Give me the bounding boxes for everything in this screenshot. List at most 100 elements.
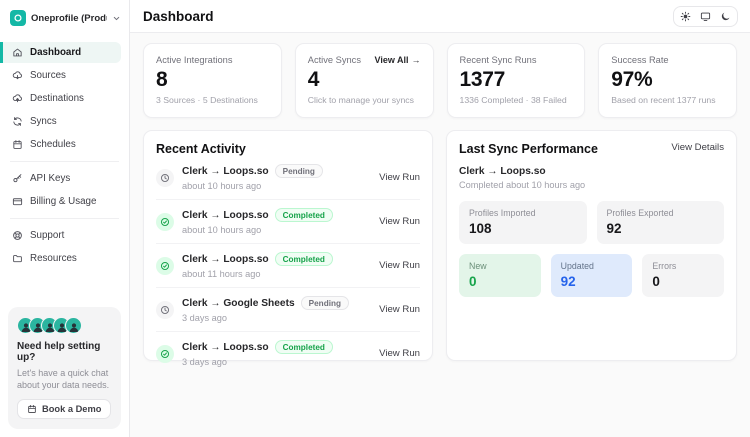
recent-activity-panel: Recent Activity Clerk → Loops.so Pending…: [143, 130, 433, 361]
metrics-row: Profiles Imported 108 Profiles Exported …: [459, 201, 724, 244]
counter-updated: Updated 92: [551, 254, 633, 297]
sync-pair-label: Clerk → Loops.so: [182, 210, 269, 221]
counter-label: New: [469, 261, 531, 271]
help-body: Let's have a quick chat about your data …: [17, 367, 112, 391]
system-theme-button[interactable]: [697, 9, 714, 24]
workspace-name: Oneprofile (Producti...: [31, 13, 107, 24]
view-run-link[interactable]: View Run: [379, 348, 420, 359]
calendar-icon: [12, 139, 23, 150]
moon-icon: [720, 11, 731, 22]
stat-card-active-syncs[interactable]: Active Syncs View All→ 4 Click to manage…: [295, 43, 434, 118]
life-buoy-icon: [12, 230, 23, 241]
sidebar-item-label: API Keys: [30, 173, 70, 184]
status-badge: Completed: [275, 340, 333, 354]
metric-label: Profiles Imported: [469, 208, 577, 218]
stat-card-active-integrations: Active Integrations 8 3 Sources · 5 Dest…: [143, 43, 282, 118]
workspace-switcher[interactable]: Oneprofile (Producti...: [0, 0, 129, 37]
activity-time: 3 days ago: [182, 313, 371, 323]
book-demo-label: Book a Demo: [42, 404, 101, 414]
counters-row: New 0 Updated 92 Errors 0: [459, 254, 724, 297]
stat-value: 97%: [611, 68, 724, 92]
view-run-link[interactable]: View Run: [379, 172, 420, 183]
sync-pair-label: Clerk → Loops.so: [182, 254, 269, 265]
sync-pair-label: Clerk → Loops.so: [182, 342, 269, 353]
stat-value: 4: [308, 68, 421, 92]
sun-icon: [680, 11, 691, 22]
topbar: Dashboard: [130, 0, 750, 33]
dark-theme-button[interactable]: [717, 9, 734, 24]
sidebar-item-resources[interactable]: Resources: [0, 248, 121, 269]
metric-profiles-imported: Profiles Imported 108: [459, 201, 587, 244]
stat-sub: 1336 Completed · 38 Failed: [460, 95, 573, 105]
sidebar-item-api-keys[interactable]: API Keys: [0, 168, 121, 189]
view-details-link[interactable]: View Details: [671, 142, 724, 153]
view-run-link[interactable]: View Run: [379, 260, 420, 271]
theme-toggle: [673, 6, 738, 27]
counter-value: 0: [652, 274, 714, 289]
stat-value: 1377: [460, 68, 573, 92]
view-run-link[interactable]: View Run: [379, 304, 420, 315]
clock-icon: [156, 301, 174, 319]
credit-card-icon: [12, 196, 23, 207]
last-sync-subtitle: Completed about 10 hours ago: [459, 180, 724, 190]
sidebar-item-billing[interactable]: Billing & Usage: [0, 191, 121, 212]
stat-label: Success Rate: [611, 55, 668, 65]
cloud-upload-icon: [12, 93, 23, 104]
activity-time: about 11 hours ago: [182, 269, 371, 279]
metric-value: 108: [469, 221, 577, 236]
status-badge: Pending: [301, 296, 349, 310]
main-area: Dashboard Active Integrations 8 3 Source…: [130, 0, 750, 437]
activity-time: about 10 hours ago: [182, 225, 371, 235]
activity-row: Clerk → Loops.so Completed 3 days ago Vi…: [156, 332, 420, 375]
stat-label: Active Syncs: [308, 55, 361, 65]
view-run-link[interactable]: View Run: [379, 216, 420, 227]
stats-row: Active Integrations 8 3 Sources · 5 Dest…: [143, 43, 737, 118]
sidebar-item-schedules[interactable]: Schedules: [0, 134, 121, 155]
nav-divider: [10, 161, 119, 162]
counter-value: 92: [561, 274, 623, 289]
check-circle-icon: [156, 213, 174, 231]
stat-label: Active Integrations: [156, 55, 232, 65]
stat-label: Recent Sync Runs: [460, 55, 537, 65]
nav-divider: [10, 218, 119, 219]
counter-value: 0: [469, 274, 531, 289]
app-logo-icon: [10, 10, 26, 26]
activity-row: Clerk → Loops.so Completed about 11 hour…: [156, 244, 420, 288]
metric-value: 92: [607, 221, 715, 236]
team-avatars: [17, 317, 112, 334]
home-icon: [12, 47, 23, 58]
last-sync-title: Last Sync Performance: [459, 142, 598, 156]
dashboard-content: Active Integrations 8 3 Sources · 5 Dest…: [130, 33, 750, 374]
stat-sub: 3 Sources · 5 Destinations: [156, 95, 269, 105]
sidebar-item-destinations[interactable]: Destinations: [0, 88, 121, 109]
sidebar: Oneprofile (Producti... Dashboard Source…: [0, 0, 130, 437]
recent-activity-title: Recent Activity: [156, 142, 420, 156]
stat-value: 8: [156, 68, 269, 92]
status-badge: Completed: [275, 252, 333, 266]
stat-sub: Based on recent 1377 runs: [611, 95, 724, 105]
sidebar-item-support[interactable]: Support: [0, 225, 121, 246]
sidebar-item-dashboard[interactable]: Dashboard: [0, 42, 121, 63]
light-theme-button[interactable]: [677, 9, 694, 24]
stat-card-success-rate: Success Rate 97% Based on recent 1377 ru…: [598, 43, 737, 118]
counter-new: New 0: [459, 254, 541, 297]
counter-label: Errors: [652, 261, 714, 271]
book-demo-button[interactable]: Book a Demo: [17, 399, 111, 419]
sidebar-item-label: Schedules: [30, 139, 76, 150]
sidebar-item-sources[interactable]: Sources: [0, 65, 121, 86]
sidebar-nav: Dashboard Sources Destinations Syncs Sch…: [0, 37, 129, 274]
check-circle-icon: [156, 257, 174, 275]
sidebar-item-label: Sources: [30, 70, 66, 81]
sidebar-item-label: Destinations: [30, 93, 84, 104]
folder-icon: [12, 253, 23, 264]
view-all-link[interactable]: View All→: [374, 55, 420, 65]
counter-errors: Errors 0: [642, 254, 724, 297]
help-title: Need help setting up?: [17, 341, 112, 363]
status-badge: Completed: [275, 208, 333, 222]
sidebar-item-label: Dashboard: [30, 47, 81, 58]
calendar-icon: [27, 404, 37, 414]
activity-row: Clerk → Loops.so Completed about 10 hour…: [156, 200, 420, 244]
cloud-download-icon: [12, 70, 23, 81]
refresh-icon: [12, 116, 23, 127]
sidebar-item-syncs[interactable]: Syncs: [0, 111, 121, 132]
